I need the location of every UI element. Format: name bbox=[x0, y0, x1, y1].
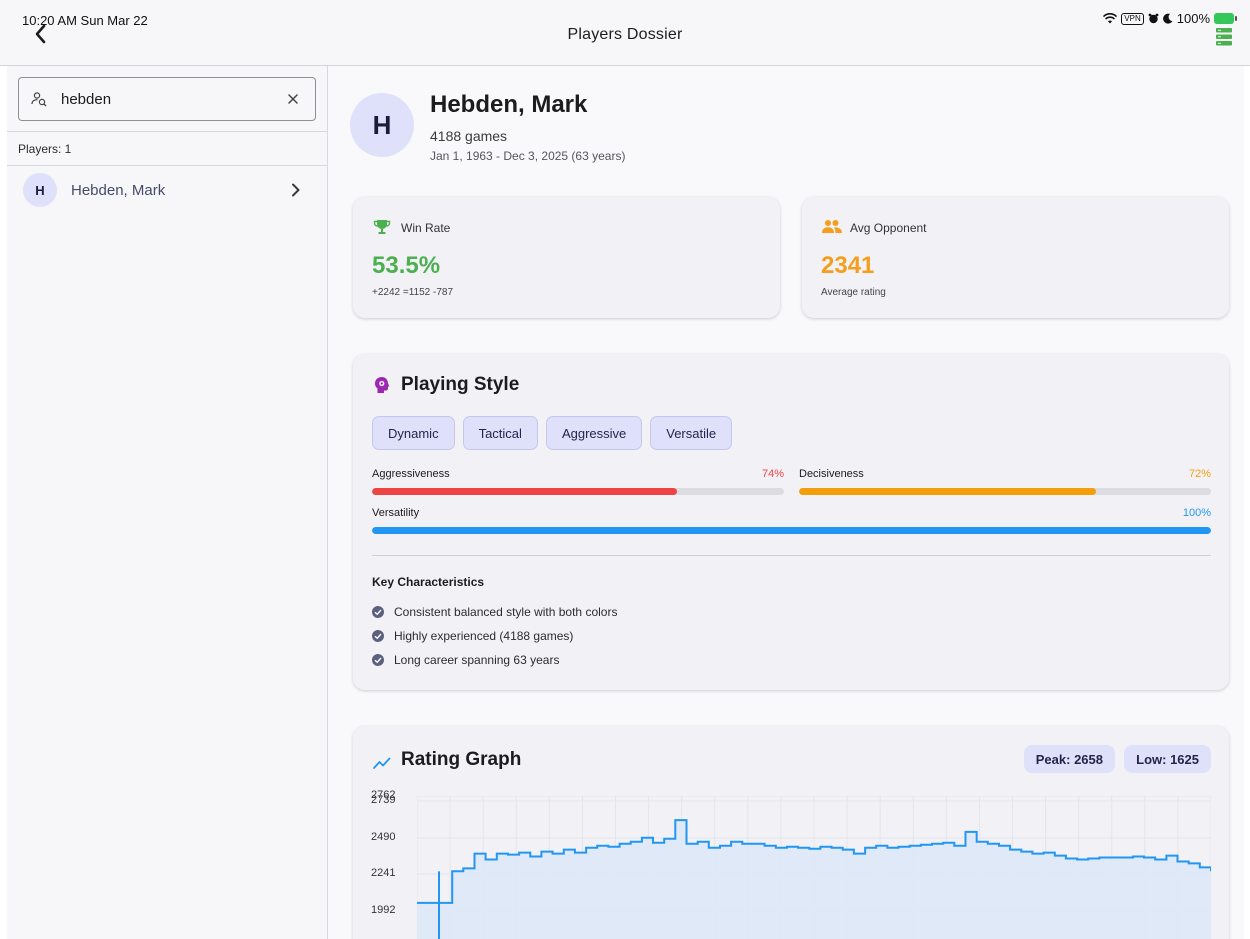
metric-label: Decisiveness bbox=[799, 468, 864, 480]
status-icons: VPN 100% bbox=[1103, 11, 1237, 26]
tag-tactical[interactable]: Tactical bbox=[462, 416, 538, 450]
psychology-icon bbox=[375, 377, 390, 393]
list-item: Consistent balanced style with both colo… bbox=[372, 600, 617, 624]
trending-up-icon bbox=[373, 757, 391, 769]
trophy-icon bbox=[373, 220, 391, 234]
win-rate-record: +2242 =1152 -787 bbox=[372, 287, 454, 298]
low-badge: Low: 1625 bbox=[1124, 745, 1211, 773]
rating-graph-card: Rating Graph Peak: 2658 Low: 1625 2762 2… bbox=[353, 726, 1229, 939]
progress-fill bbox=[799, 488, 1096, 495]
y-tick-label: 1992 bbox=[371, 904, 396, 916]
page-title: Players Dossier bbox=[567, 26, 683, 43]
progress-track bbox=[799, 488, 1211, 495]
check-circle-icon bbox=[372, 630, 384, 642]
check-circle-icon bbox=[372, 606, 384, 618]
metric-decisiveness: Decisiveness 72% bbox=[799, 468, 1211, 496]
chevron-right-icon bbox=[292, 183, 300, 197]
metric-value: 100% bbox=[1182, 507, 1211, 519]
battery-percent: 100% bbox=[1176, 11, 1210, 26]
metric-label: Aggressiveness bbox=[372, 468, 450, 480]
avg-opponent-caption: Average rating bbox=[821, 287, 886, 298]
divider bbox=[7, 131, 328, 132]
moon-icon bbox=[1162, 13, 1173, 24]
list-item-player[interactable]: H Hebden, Mark bbox=[7, 167, 327, 213]
y-tick-label: 2241 bbox=[371, 867, 396, 879]
progress-fill bbox=[372, 527, 1211, 534]
avg-opponent-label: Avg Opponent bbox=[850, 221, 927, 235]
list-item: Long career spanning 63 years bbox=[372, 648, 617, 672]
peak-badge: Peak: 2658 bbox=[1023, 745, 1115, 773]
tag-aggressive[interactable]: Aggressive bbox=[545, 416, 643, 450]
win-rate-value: 53.5% bbox=[372, 252, 441, 279]
career-dates: Jan 1, 1963 - Dec 3, 2025 (63 years) bbox=[430, 149, 626, 163]
games-count: 4188 games bbox=[430, 128, 508, 144]
progress-fill bbox=[372, 488, 677, 495]
top-bar: 10:20 AM Sun Mar 22 VPN 100% Players Dos… bbox=[0, 0, 1250, 66]
avatar: H bbox=[23, 173, 57, 207]
alarm-icon bbox=[1148, 13, 1159, 24]
metric-versatility: Versatility 100% bbox=[372, 507, 1211, 535]
divider bbox=[372, 555, 1211, 556]
player-name: Hebden, Mark bbox=[71, 181, 166, 199]
player-name-heading: Hebden, Mark bbox=[430, 91, 588, 118]
key-characteristics-title: Key Characteristics bbox=[372, 575, 485, 589]
win-rate-card: Win Rate 53.5% +2242 =1152 -787 bbox=[353, 197, 780, 318]
win-rate-label: Win Rate bbox=[401, 221, 451, 235]
metric-value: 74% bbox=[761, 468, 784, 480]
y-tick-label: 2490 bbox=[371, 831, 396, 843]
rating-chart bbox=[417, 796, 1211, 939]
vpn-badge: VPN bbox=[1121, 12, 1144, 25]
divider bbox=[7, 165, 328, 166]
clear-icon[interactable] bbox=[285, 91, 301, 107]
tag-dynamic[interactable]: Dynamic bbox=[372, 416, 455, 450]
characteristic-text: Consistent balanced style with both colo… bbox=[394, 605, 618, 619]
search-field[interactable] bbox=[18, 77, 316, 121]
people-icon bbox=[822, 220, 842, 233]
progress-track bbox=[372, 527, 1211, 534]
metric-aggressiveness: Aggressiveness 74% bbox=[372, 468, 784, 496]
database-icon[interactable] bbox=[1216, 28, 1232, 46]
sidebar: Players: 1 H Hebden, Mark bbox=[7, 66, 328, 939]
playing-style-card: Playing Style Dynamic Tactical Aggressiv… bbox=[353, 354, 1229, 690]
progress-track bbox=[372, 488, 784, 495]
check-circle-icon bbox=[372, 654, 384, 666]
key-characteristics-list: Consistent balanced style with both colo… bbox=[372, 600, 617, 672]
avg-opponent-value: 2341 bbox=[821, 252, 875, 279]
list-item: Highly experienced (4188 games) bbox=[372, 624, 617, 648]
y-tick-label: 2739 bbox=[371, 794, 396, 806]
tag-versatile[interactable]: Versatile bbox=[650, 416, 733, 450]
avg-opponent-card: Avg Opponent 2341 Average rating bbox=[802, 197, 1229, 318]
detail-panel: H Hebden, Mark 4188 games Jan 1, 1963 - … bbox=[328, 66, 1244, 939]
players-count: Players: 1 bbox=[18, 142, 72, 156]
metric-value: 72% bbox=[1188, 468, 1211, 480]
characteristic-text: Long career spanning 63 years bbox=[394, 653, 560, 667]
metric-label: Versatility bbox=[372, 507, 420, 519]
player-avatar: H bbox=[350, 93, 414, 157]
search-input[interactable] bbox=[61, 90, 261, 108]
wifi-icon bbox=[1103, 13, 1118, 24]
rating-graph-title: Rating Graph bbox=[401, 749, 522, 770]
person-search-icon bbox=[31, 92, 47, 107]
playing-style-title: Playing Style bbox=[401, 374, 520, 395]
style-tags: Dynamic Tactical Aggressive Versatile bbox=[372, 416, 733, 450]
battery-icon bbox=[1214, 13, 1237, 24]
characteristic-text: Highly experienced (4188 games) bbox=[394, 629, 574, 643]
